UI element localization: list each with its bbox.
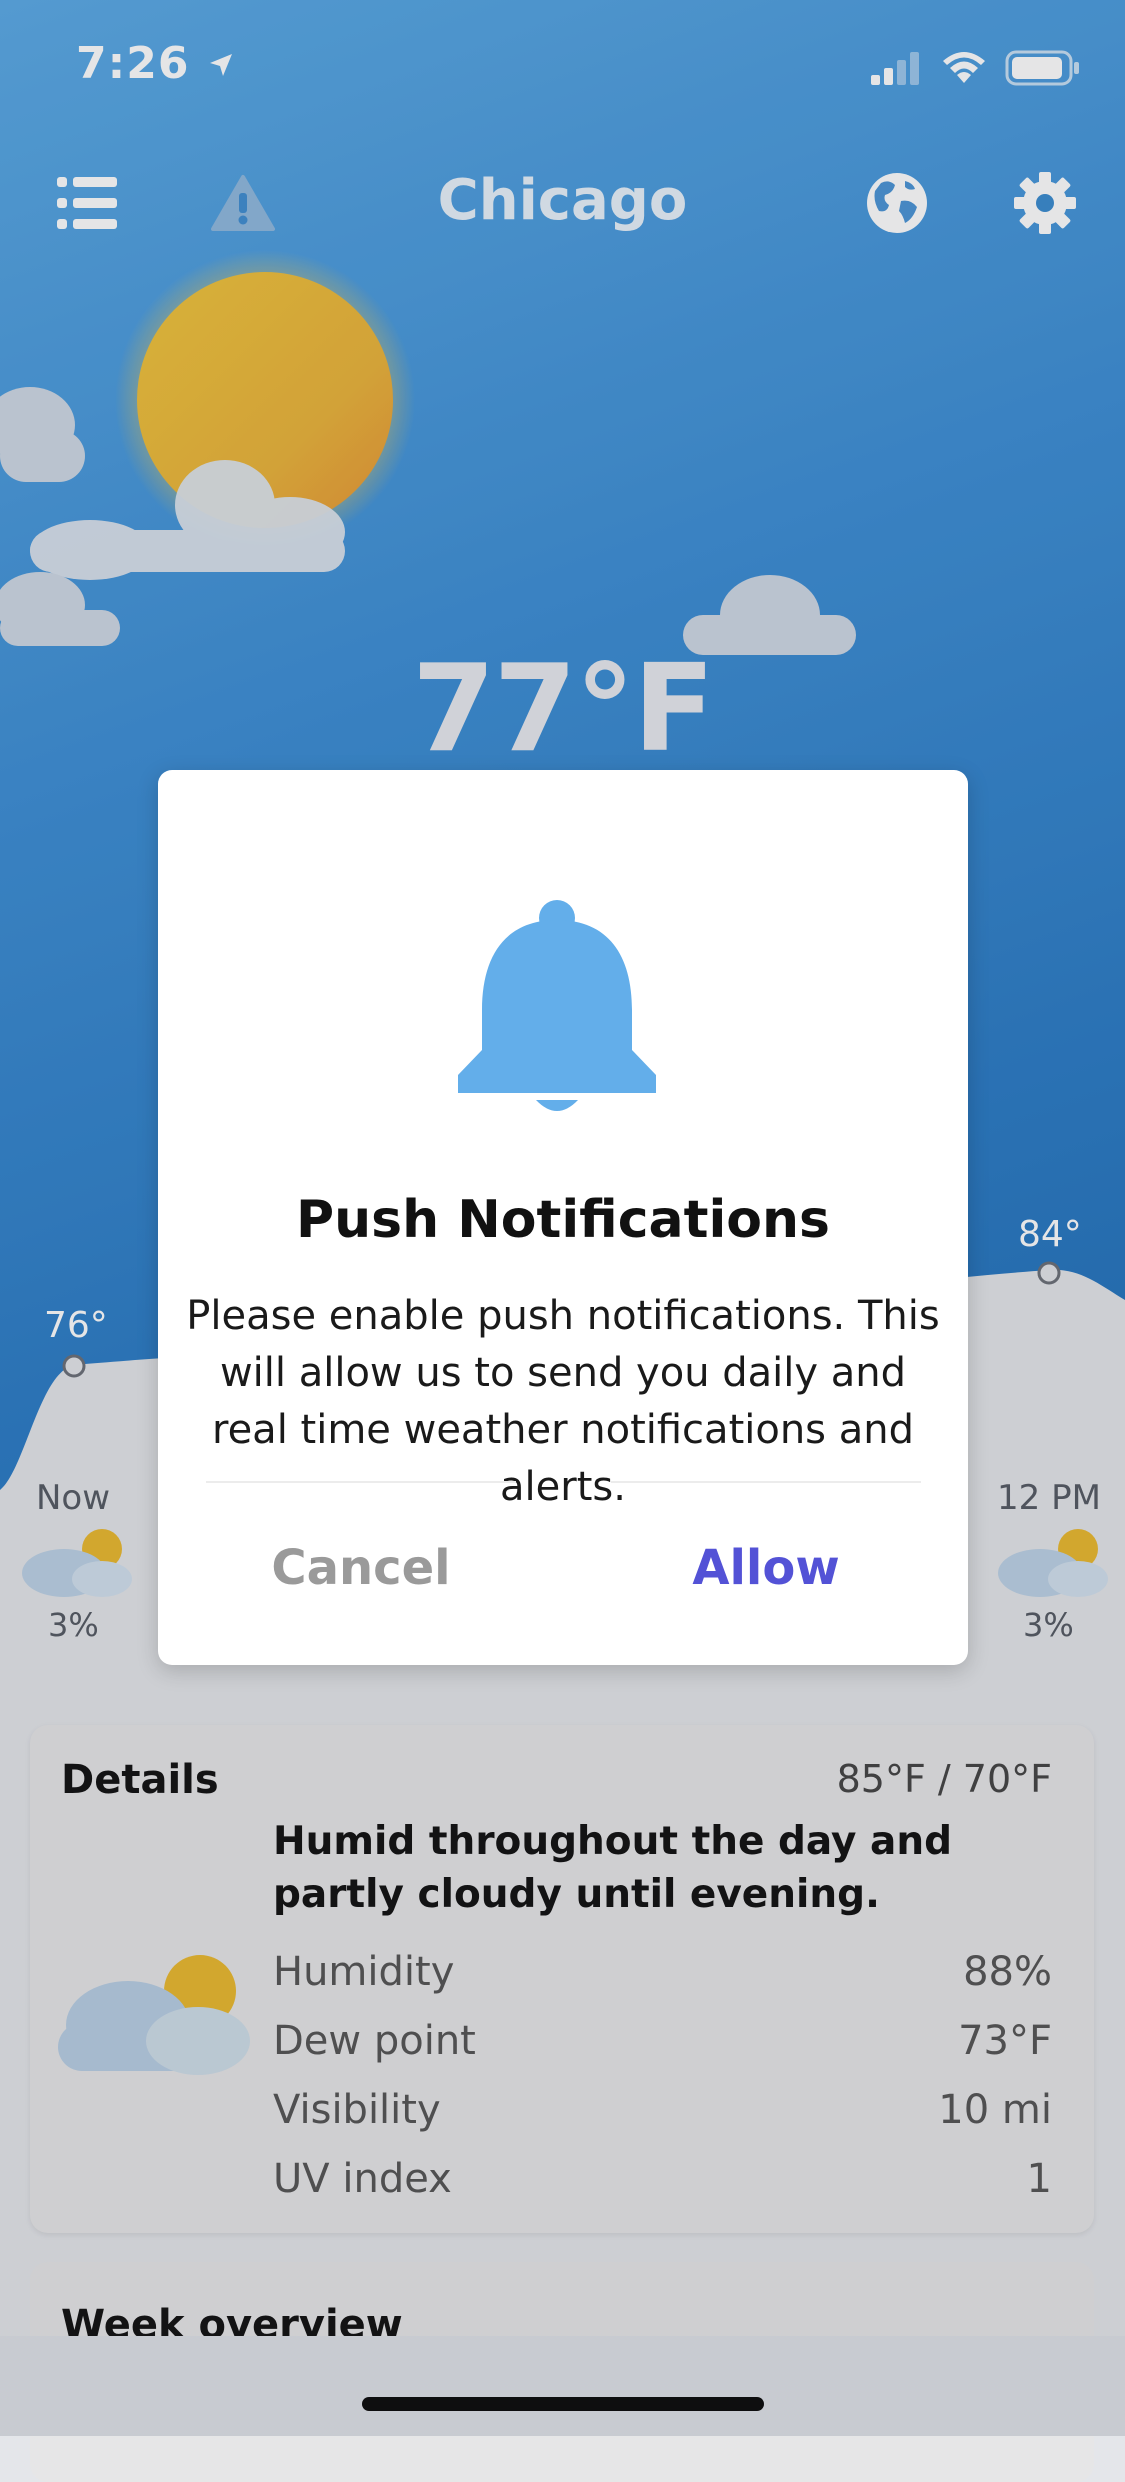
partly-cloudy-icon bbox=[58, 1955, 250, 2075]
graph-point-12pm bbox=[1037, 1261, 1061, 1285]
allow-button[interactable]: Allow bbox=[611, 1540, 921, 1610]
app-header: Chicago bbox=[0, 150, 1125, 250]
hour-temp-now: 76° bbox=[44, 1305, 108, 1346]
weather-summary: Humid throughout the day and partly clou… bbox=[273, 1819, 953, 1917]
detail-label: Dew point bbox=[273, 2018, 476, 2064]
wifi-icon bbox=[943, 52, 985, 83]
gear-icon bbox=[1014, 172, 1076, 234]
detail-value: 1 bbox=[1026, 2156, 1052, 2202]
bell-icon bbox=[458, 900, 656, 1111]
dialog-title: Push Notifications bbox=[296, 1190, 830, 1250]
map-button[interactable] bbox=[862, 168, 932, 238]
status-bar: 7:26 bbox=[0, 0, 1125, 130]
detail-label: Humidity bbox=[273, 1949, 455, 1995]
settings-button[interactable] bbox=[1010, 168, 1080, 238]
partly-cloudy-icon bbox=[22, 1529, 132, 1597]
partly-cloudy-icon bbox=[998, 1529, 1108, 1597]
detail-value: 10 mi bbox=[938, 2087, 1052, 2133]
hour-temp-12pm: 84° bbox=[1018, 1214, 1082, 1255]
hour-label-12pm: 12 PM bbox=[997, 1478, 1101, 1518]
signal-icon bbox=[871, 52, 919, 85]
graph-point-now bbox=[62, 1354, 86, 1378]
current-temperature: 77°F bbox=[412, 640, 715, 779]
detail-label: Visibility bbox=[273, 2087, 441, 2133]
details-card: Details 85°F / 70°F Humid throughout the… bbox=[30, 1725, 1094, 2233]
divider bbox=[611, 1481, 921, 1483]
hour-label-now: Now bbox=[36, 1478, 111, 1518]
detail-label: UV index bbox=[273, 2156, 452, 2202]
detail-row-humidity: Humidity 88% bbox=[273, 1949, 1052, 2009]
city-title: Chicago bbox=[437, 168, 688, 233]
detail-value: 88% bbox=[963, 1949, 1052, 1995]
detail-row-uv-index: UV index 1 bbox=[273, 2156, 1052, 2216]
divider bbox=[206, 1481, 516, 1483]
cancel-button[interactable]: Cancel bbox=[206, 1540, 516, 1610]
status-indicators bbox=[871, 50, 1081, 86]
status-time: 7:26 bbox=[76, 38, 236, 89]
push-notifications-dialog: Push Notifications Please enable push no… bbox=[158, 770, 968, 1665]
detail-row-dew-point: Dew point 73°F bbox=[273, 2018, 1052, 2078]
home-indicator-area bbox=[0, 2336, 1125, 2436]
detail-value: 73°F bbox=[958, 2018, 1052, 2064]
home-indicator[interactable] bbox=[362, 2397, 764, 2411]
globe-icon bbox=[867, 173, 927, 233]
temperature-range: 85°F / 70°F bbox=[836, 1757, 1052, 1801]
hour-precip-12pm: 3% bbox=[1023, 1606, 1074, 1644]
details-title: Details bbox=[61, 1757, 219, 1803]
hour-precip-now: 3% bbox=[48, 1606, 99, 1644]
detail-row-visibility: Visibility 10 mi bbox=[273, 2087, 1052, 2147]
sunny-cloudy-illustration bbox=[0, 250, 856, 655]
location-arrow-icon bbox=[209, 54, 232, 76]
battery-icon bbox=[1005, 50, 1079, 86]
